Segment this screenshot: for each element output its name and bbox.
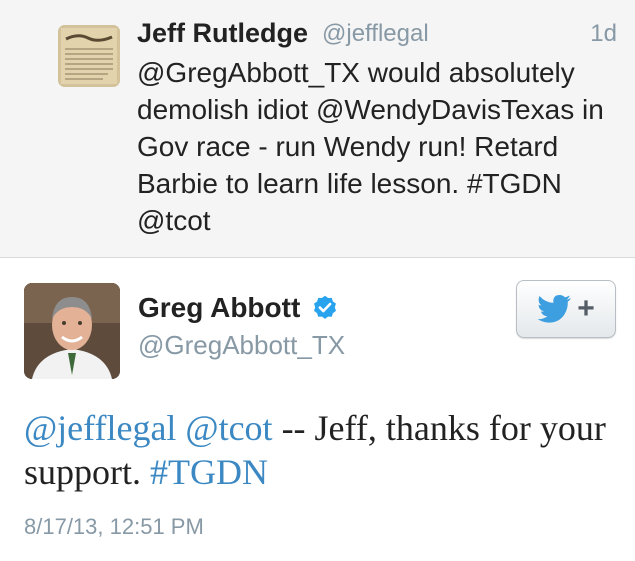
reply-tweet-header: Jeff Rutledge @jefflegal 1d xyxy=(137,18,617,54)
twitter-bird-icon xyxy=(537,295,572,323)
tweet-timestamp: 8/17/13, 12:51 PM xyxy=(24,514,204,539)
reply-tweet-text: @GregAbbott_TX would absolutely demolish… xyxy=(137,54,607,239)
reply-time-ago: 1d xyxy=(590,20,617,47)
verified-badge-icon xyxy=(313,295,336,319)
main-author-handle[interactable]: @GregAbbott_TX xyxy=(138,330,345,361)
follow-plus-symbol: + xyxy=(577,292,595,325)
reply-text-line: Gov race - run Wendy run! Retard xyxy=(137,131,559,162)
constitution-image xyxy=(58,25,120,87)
mention-link[interactable]: @tcot xyxy=(185,408,272,448)
reply-author-name[interactable]: Jeff Rutledge xyxy=(137,18,308,49)
reply-tweet[interactable]: Jeff Rutledge @jefflegal 1d @GregAbbott_… xyxy=(0,0,635,258)
main-author-avatar[interactable] xyxy=(24,283,120,379)
reply-text-line: @GregAbbott_TX would absolutely xyxy=(137,57,575,88)
profile-photo xyxy=(24,283,120,379)
main-author-name-row: Greg Abbott xyxy=(138,292,339,328)
reply-text-line: Barbie to learn life lesson. #TGDN xyxy=(137,168,562,199)
main-tweet-text: @jefflegal @tcot -- Jeff, thanks for you… xyxy=(24,406,614,494)
reply-author-avatar[interactable] xyxy=(58,25,120,87)
reply-text-line: @tcot xyxy=(137,205,211,236)
follow-button[interactable]: + xyxy=(516,280,616,338)
main-author-name[interactable]: Greg Abbott xyxy=(138,292,300,323)
reply-text-line: demolish idiot @WendyDavisTexas in xyxy=(137,94,604,125)
reply-author-handle[interactable]: @jefflegal xyxy=(322,20,429,48)
hashtag-link[interactable]: #TGDN xyxy=(150,452,268,492)
mention-link[interactable]: @jefflegal xyxy=(24,408,176,448)
